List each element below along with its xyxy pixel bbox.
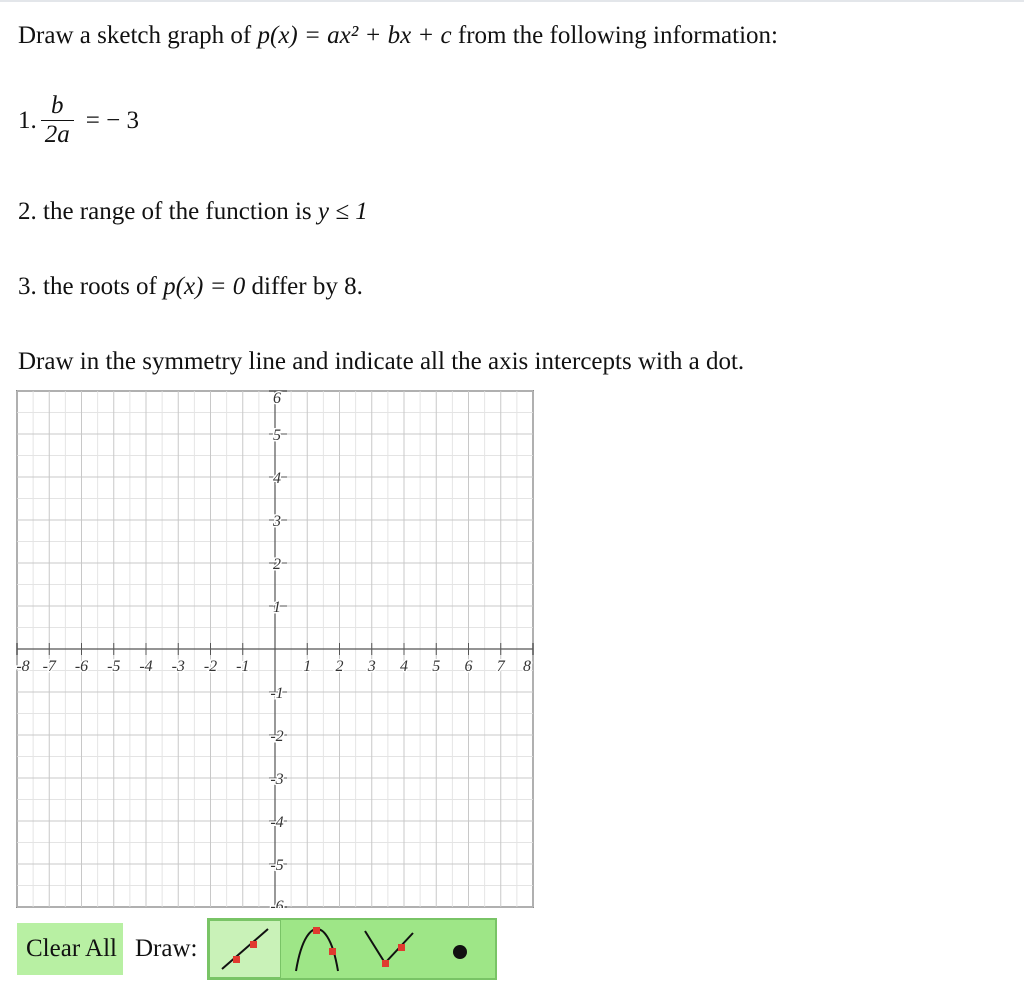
x-tick-label: -6 <box>75 658 88 675</box>
parabola-down-icon <box>295 927 340 972</box>
y-tick-label: -1 <box>270 685 283 702</box>
y-tick-label: 5 <box>273 427 281 444</box>
x-tick-label: 5 <box>432 658 440 675</box>
item3-text-post: differ by 8. <box>245 273 363 300</box>
item2-math: y ≤ 1 <box>317 198 368 225</box>
x-tick-label: 1 <box>303 658 311 675</box>
item3-text-pre: 3. the roots of <box>18 273 164 300</box>
x-tick-label: -5 <box>107 658 120 675</box>
y-tick-label: -4 <box>270 814 283 831</box>
instruction: Draw in the symmetry line and indicate a… <box>18 348 745 375</box>
question-intro: Draw a sketch graph of p(x) = ax² + bx +… <box>18 22 778 50</box>
x-tick-label: 8 <box>523 658 531 675</box>
fraction: b 2a <box>40 92 74 149</box>
x-tick-label: 2 <box>336 658 344 675</box>
y-tick-label: 3 <box>272 513 281 530</box>
item3-math: p(x) = 0 <box>163 273 246 300</box>
fraction-denominator: 2a <box>40 120 74 149</box>
item2-text: 2. the range of the function is <box>18 198 318 225</box>
y-tick-label: -5 <box>270 857 283 874</box>
x-tick-label: 4 <box>400 658 408 675</box>
x-tick-label: 6 <box>465 658 473 675</box>
parabola-tool-button[interactable] <box>281 920 353 978</box>
equation-rhs: = − 3 <box>85 106 139 134</box>
absolute-value-tool-button[interactable] <box>353 920 423 978</box>
draw-toolbar: Clear All Draw: <box>17 918 498 980</box>
point-tool-button[interactable] <box>423 920 495 978</box>
y-tick-label: -2 <box>270 728 283 745</box>
y-tick-label: -3 <box>270 771 283 788</box>
y-tick-label: 2 <box>273 556 281 573</box>
top-divider <box>0 0 1024 2</box>
line-tool-icon <box>221 928 270 970</box>
intro-text-post: from the following information: <box>451 22 778 49</box>
y-tick-label: -6 <box>270 898 283 908</box>
condition-2: 2. the range of the function is y ≤ 1 <box>18 198 368 226</box>
line-tool-button[interactable] <box>209 920 282 978</box>
x-tick-label: -2 <box>204 658 217 675</box>
intro-function: p(x) = ax² + bx + c <box>257 22 452 49</box>
y-tick-label: 4 <box>273 470 281 487</box>
x-tick-label: 7 <box>497 658 506 675</box>
item-number: 1. <box>18 106 37 134</box>
draw-label: Draw: <box>134 935 198 962</box>
condition-3: 3. the roots of p(x) = 0 differ by 8. <box>18 273 363 301</box>
x-tick-label: -8 <box>16 658 29 675</box>
intro-text-pre: Draw a sketch graph of <box>18 22 258 49</box>
condition-1: 1. b 2a = − 3 <box>18 92 139 149</box>
y-tick-label: 1 <box>273 599 281 616</box>
x-tick-label: -1 <box>236 658 249 675</box>
point-tool-icon <box>453 945 468 959</box>
graphing-canvas[interactable]: -8 -7 -6 -5 -4 -3 -2 -1 1 2 3 4 5 6 7 8 6 5 4 3 2 1 -1 -2 -3 -4 -5… <box>16 390 534 908</box>
x-tick-label: -7 <box>43 658 57 675</box>
x-tick-label: -4 <box>139 658 152 675</box>
draw-tool-group <box>207 918 498 980</box>
vee-tool-icon <box>364 930 415 967</box>
fraction-numerator: b <box>51 92 64 119</box>
y-tick-label: 6 <box>273 390 281 407</box>
x-tick-label: -3 <box>172 658 185 675</box>
x-tick-label: 3 <box>367 658 376 675</box>
clear-all-button[interactable]: Clear All <box>17 923 125 975</box>
